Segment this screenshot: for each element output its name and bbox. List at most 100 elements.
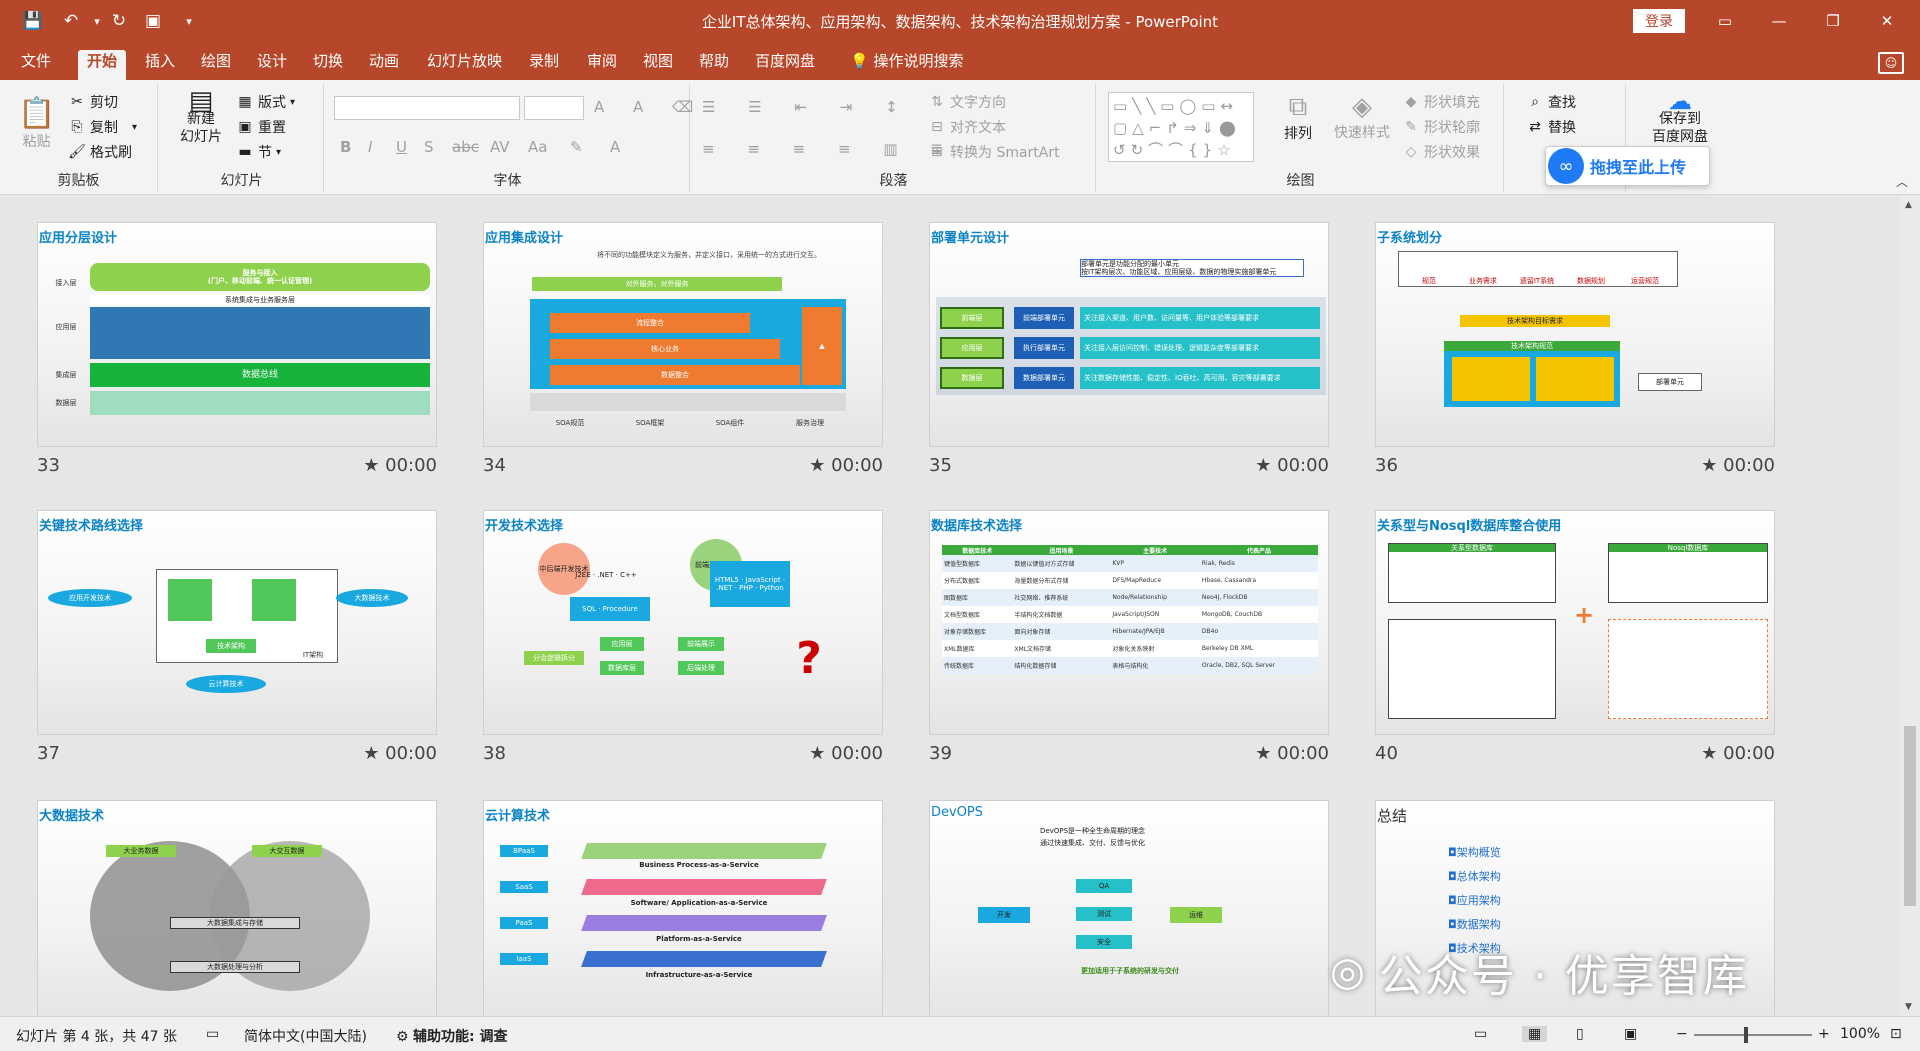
font-color-button[interactable]: A xyxy=(610,138,638,156)
tab-help[interactable]: 帮助 xyxy=(690,50,738,80)
paint-bucket-icon: ◆ xyxy=(1405,94,1417,110)
format-painter-button[interactable]: 🖌 格式刷 xyxy=(68,142,132,162)
zoom-in-icon[interactable]: + xyxy=(1818,1026,1830,1042)
italic-button[interactable]: I xyxy=(368,138,396,156)
bold-button[interactable]: B xyxy=(340,138,368,156)
zoom-level[interactable]: 100% xyxy=(1840,1026,1880,1042)
zoom-slider-thumb[interactable] xyxy=(1744,1027,1748,1043)
reading-view-icon[interactable]: ▯ xyxy=(1576,1026,1584,1042)
find-button[interactable]: ⌕ 查找 xyxy=(1526,92,1576,112)
char-spacing-button[interactable]: AV xyxy=(490,138,528,156)
shape-outline-button[interactable]: ✎ 形状轮廓 xyxy=(1402,117,1480,137)
tab-record[interactable]: 录制 xyxy=(520,50,568,80)
fit-to-window-icon[interactable]: ⊡ xyxy=(1890,1026,1902,1042)
font-size-input[interactable] xyxy=(524,96,584,120)
slide-sorter-view-icon[interactable]: ▦ xyxy=(1522,1026,1548,1042)
zoom-slider[interactable] xyxy=(1694,1034,1812,1036)
slide-thumbnail-42[interactable]: 云计算技术 Business Process-as-a-Service Soft… xyxy=(483,800,883,1016)
close-icon[interactable]: ✕ xyxy=(1864,6,1910,36)
arrange-button[interactable]: ⧉ 排列 xyxy=(1284,92,1312,143)
shape-fill-label: 形状填充 xyxy=(1424,95,1480,111)
convert-smartart-button[interactable]: ⊞ 转换为 SmartArt xyxy=(928,142,1060,162)
baidu-upload-popup[interactable]: ∞ 拖拽至此上传 xyxy=(1545,146,1710,186)
tell-me-search[interactable]: 💡 操作说明搜索 xyxy=(850,50,963,72)
text-direction-button[interactable]: ⇅ 文字方向 xyxy=(928,92,1006,112)
feedback-icon[interactable]: ☺ xyxy=(1878,52,1904,74)
shape-fill-button[interactable]: ◆ 形状填充 xyxy=(1402,92,1480,112)
ribbon-display-options-icon[interactable]: ▭ xyxy=(1702,6,1748,36)
tab-review[interactable]: 审阅 xyxy=(578,50,626,80)
slide-thumbnail-38[interactable]: 开发技术选择 中后端开发技术 前端开发技术 J2EE · .NET · C++ … xyxy=(483,510,883,764)
slide-counter[interactable]: 幻灯片 第 4 张，共 47 张 xyxy=(16,1026,177,1046)
font-name-input[interactable] xyxy=(334,96,520,120)
slide-thumbnail-33[interactable]: 应用分层设计 服务与接入 (门户、移动前端、统一认证管理) 系统集成与业务服务层 … xyxy=(37,222,437,476)
start-slideshow-icon[interactable]: ▣ xyxy=(140,8,166,34)
save-icon[interactable]: 💾 xyxy=(20,8,46,34)
layout-button[interactable]: ▦ 版式 ▾ xyxy=(236,92,295,112)
plus-icon: + xyxy=(1573,603,1595,627)
tab-insert[interactable]: 插入 xyxy=(136,50,184,80)
minimize-icon[interactable]: — xyxy=(1756,6,1802,36)
zoom-out-icon[interactable]: − xyxy=(1676,1026,1688,1042)
slide-thumbnail-44[interactable]: 总结 ◘架构概览 ◘总体架构 ◘应用架构 ◘数据架构 ◘技术架构 xyxy=(1375,800,1775,1016)
scrollbar-thumb[interactable] xyxy=(1904,726,1916,906)
slide-thumbnail-39[interactable]: 数据库技术选择 数据库技术 适用场景 主要技术 代表产品 键值型数据库 数据以键值… xyxy=(929,510,1329,764)
slide-thumbnail-35[interactable]: 部署单元设计 部署单元是功能分配的最小单元 按IT架构层次、功能区域、应用层级、数… xyxy=(929,222,1329,476)
new-slide-button[interactable]: ▤ 新建 幻灯片 xyxy=(180,88,222,146)
tab-draw[interactable]: 绘图 xyxy=(192,50,240,80)
slideshow-view-icon[interactable]: ▣ xyxy=(1624,1026,1637,1042)
tab-design[interactable]: 设计 xyxy=(248,50,296,80)
slide-thumbnail-34[interactable]: 应用集成设计 将不同的功能模块定义为服务，并定义接口，采用统一的方式进行交互。 … xyxy=(483,222,883,476)
maximize-icon[interactable]: ❐ xyxy=(1810,6,1856,36)
slide-thumbnail-36[interactable]: 子系统划分 规范 业务需求 遗留IT系统 数据规划 运营规范 技术架构目标需求 … xyxy=(1375,222,1775,476)
change-case-button[interactable]: Aa xyxy=(528,138,570,156)
vertical-scrollbar[interactable]: ▲ ▼ xyxy=(1900,196,1920,1016)
scroll-down-icon[interactable]: ▼ xyxy=(1905,1002,1912,1012)
quick-styles-button[interactable]: ◈ 快速样式 xyxy=(1334,92,1390,142)
language-indicator[interactable]: 简体中文(中国大陆) xyxy=(244,1026,367,1046)
section-button[interactable]: ▬ 节 ▾ xyxy=(236,142,281,162)
align-buttons[interactable]: ≡ ≡ ≡ ≡ ▥ ≣ xyxy=(702,140,957,158)
scroll-up-icon[interactable]: ▲ xyxy=(1905,200,1912,210)
text-shadow-button[interactable]: S xyxy=(424,138,452,156)
slide-text: 技术架构 xyxy=(206,639,256,653)
reset-button[interactable]: ▣ 重置 xyxy=(236,117,286,137)
normal-view-icon[interactable]: ▭ xyxy=(1474,1026,1487,1042)
tab-home[interactable]: 开始 xyxy=(78,50,127,80)
cut-button[interactable]: ✂ 剪切 xyxy=(68,92,118,112)
accessibility-status[interactable]: ⚙ 辅助功能: 调查 xyxy=(396,1026,508,1046)
tab-view[interactable]: 视图 xyxy=(634,50,682,80)
customize-quick-access-icon[interactable]: ▾ xyxy=(176,8,202,34)
tab-transitions[interactable]: 切换 xyxy=(304,50,352,80)
slide-text: SaaS xyxy=(500,881,548,893)
tab-baidu-netdisk[interactable]: 百度网盘 xyxy=(746,50,824,80)
slide-thumbnail-43[interactable]: DevOPS DevOPS是一种全生命周期的理念 通过快速集成、交付、反馈与优化… xyxy=(929,800,1329,1016)
slide-text: (门户、移动前端、统一认证管理) xyxy=(207,277,313,285)
login-button[interactable]: 登录 xyxy=(1633,9,1685,33)
slide-timing: ★ 00:00 xyxy=(1255,455,1329,476)
copy-button[interactable]: ⎘ 复制 ▾ xyxy=(68,117,137,137)
paste-button[interactable]: 📋 粘贴 xyxy=(18,96,55,151)
highlight-icon[interactable]: ✎ xyxy=(570,138,610,156)
collapse-ribbon-icon[interactable]: ︿ xyxy=(1896,173,1908,190)
redo-icon[interactable]: ↻ xyxy=(106,8,132,34)
shape-effects-button[interactable]: ◇ 形状效果 xyxy=(1402,142,1480,162)
tab-animations[interactable]: 动画 xyxy=(360,50,408,80)
strikethrough-button[interactable]: abc xyxy=(452,138,490,156)
align-text-button[interactable]: ⊟ 对齐文本 xyxy=(928,117,1006,137)
font-size-buttons[interactable]: A A ⌫ xyxy=(594,98,705,116)
replace-button[interactable]: ⇄ 替换 xyxy=(1526,117,1576,137)
slide-thumbnail-37[interactable]: 关键技术路线选择 技术架构 IT架构 应用开发技术 大数据技术 云计算技术 37… xyxy=(37,510,437,764)
list-buttons[interactable]: ☰ ☰ ⇤ ⇥ ↕ xyxy=(702,98,912,116)
slide-thumbnail-41[interactable]: 大数据技术 大业务数据 大交互数据 大数据集成与存储 大数据处理与分析 xyxy=(37,800,437,1016)
tab-slideshow[interactable]: 幻灯片放映 xyxy=(418,50,511,80)
undo-icon[interactable]: ↶ xyxy=(58,8,84,34)
table-cell: Hibernate/JPA/EJB xyxy=(1112,628,1165,635)
slide-thumbnail-40[interactable]: 关系型与Nosql数据库整合使用 关系型数据库 Nosql数据库 + 40 ★ … xyxy=(1375,510,1775,764)
save-to-baidu-button[interactable]: ☁ 保存到 百度网盘 xyxy=(1652,89,1708,146)
underline-button[interactable]: U xyxy=(396,138,424,156)
shapes-gallery[interactable]: ▭╲╲▭◯▭↔ ▢△⌐↱⇒⇓⬤ ↺↻⌒⌒{}☆ xyxy=(1108,92,1254,162)
tab-file[interactable]: 文件 xyxy=(12,50,60,80)
slide-title: 应用集成设计 xyxy=(485,231,564,246)
notes-check-icon[interactable]: ▭ xyxy=(206,1026,219,1042)
